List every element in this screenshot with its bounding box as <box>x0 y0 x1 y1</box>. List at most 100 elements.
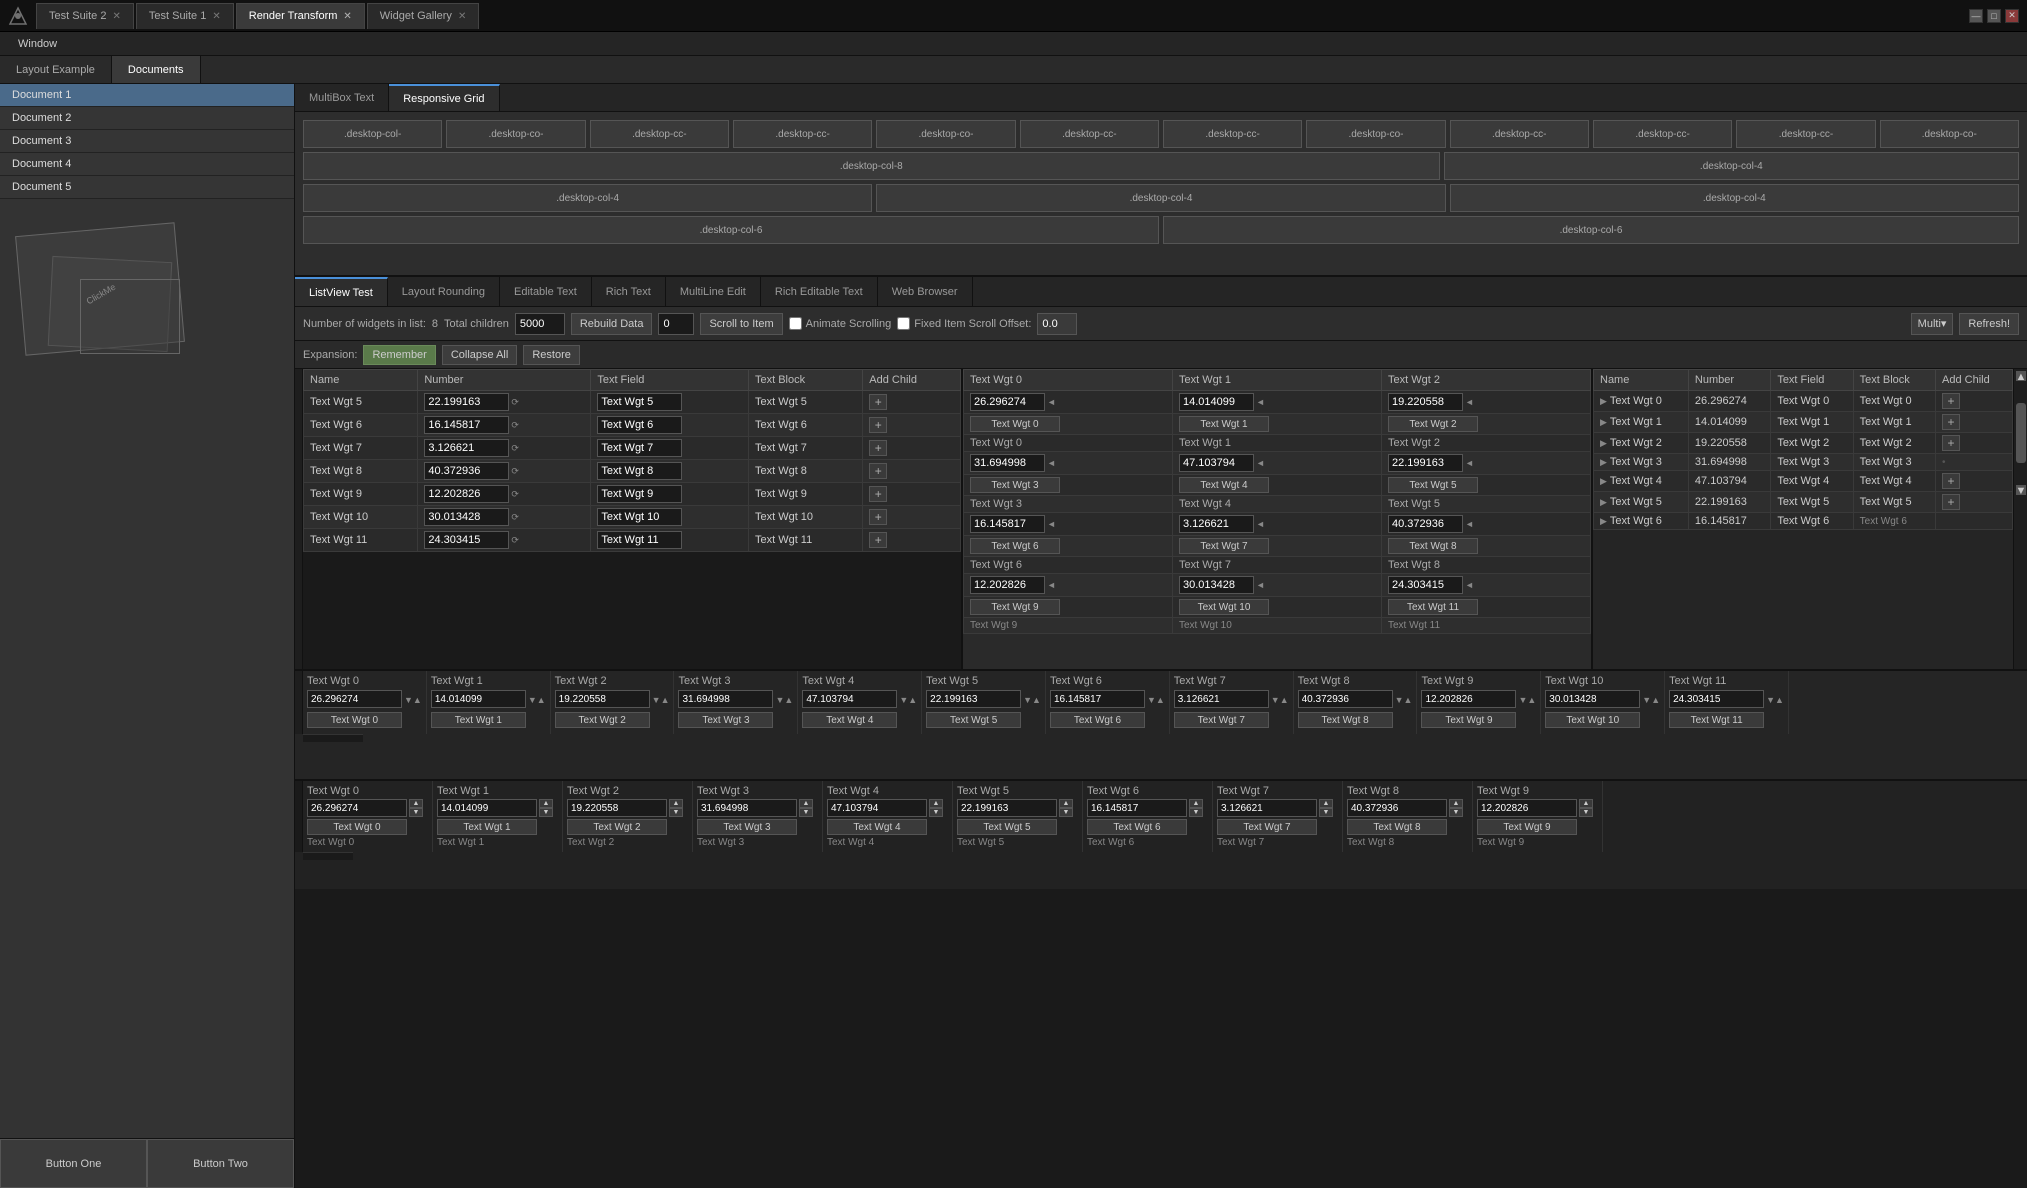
wgt-button[interactable]: Text Wgt 8 <box>1388 538 1478 554</box>
b2-down-btn[interactable]: ▼ <box>1319 808 1333 817</box>
b2-text-btn[interactable]: Text Wgt 5 <box>957 819 1057 835</box>
text-field-input[interactable] <box>597 485 682 503</box>
add-child-button[interactable]: + <box>869 509 887 525</box>
spin-icon[interactable]: ◄ <box>1465 458 1474 468</box>
b2-num-input[interactable] <box>1087 799 1187 817</box>
scroll-num-input[interactable] <box>1421 690 1516 708</box>
right-scrollbar[interactable]: ▲ ▼ <box>2013 369 2027 669</box>
b2-num-input[interactable] <box>957 799 1057 817</box>
scroll-btn[interactable]: Text Wgt 11 <box>1669 712 1764 728</box>
b2-down-btn[interactable]: ▼ <box>929 808 943 817</box>
sidebar-item-document1[interactable]: Document 1 <box>0 84 294 107</box>
num-input[interactable] <box>1179 576 1254 594</box>
restore-button[interactable]: Restore <box>523 345 580 365</box>
num-input[interactable] <box>1388 515 1463 533</box>
b2-num-input[interactable] <box>697 799 797 817</box>
tab-render-transform[interactable]: Render Transform ✕ <box>236 3 365 29</box>
b2-up-btn[interactable]: ▲ <box>669 799 683 808</box>
spin-icon[interactable]: ◄ <box>1256 458 1265 468</box>
sidebar-item-document5[interactable]: Document 5 <box>0 176 294 199</box>
menu-window[interactable]: Window <box>8 36 67 52</box>
minimize-button[interactable]: — <box>1969 9 1983 23</box>
spin-icon[interactable]: ⟳ <box>511 489 519 500</box>
add-child-button[interactable]: + <box>869 486 887 502</box>
scroll-num-input[interactable] <box>307 690 402 708</box>
spin-icon[interactable]: ▼▲ <box>1518 695 1536 705</box>
num-input[interactable] <box>1388 576 1463 594</box>
b2-up-btn[interactable]: ▲ <box>539 799 553 808</box>
add-button[interactable]: + <box>1942 435 1960 451</box>
b2-text-btn[interactable]: Text Wgt 8 <box>1347 819 1447 835</box>
wgt-button[interactable]: Text Wgt 2 <box>1388 416 1478 432</box>
b2-down-btn[interactable]: ▼ <box>539 808 553 817</box>
b2-text-btn[interactable]: Text Wgt 3 <box>697 819 797 835</box>
scroll-to-item-button[interactable]: Scroll to Item <box>700 313 782 335</box>
spin-icon[interactable]: ▼▲ <box>899 695 917 705</box>
b2-num-input[interactable] <box>307 799 407 817</box>
num-input[interactable] <box>1388 454 1463 472</box>
spin-icon[interactable]: ⟳ <box>511 466 519 477</box>
add-child-button[interactable]: + <box>869 394 887 410</box>
spin-icon[interactable]: ▼▲ <box>528 695 546 705</box>
spin-icon[interactable]: ◄ <box>1465 580 1474 590</box>
num-input[interactable] <box>970 454 1045 472</box>
tab-close-icon[interactable]: ✕ <box>458 11 466 22</box>
remember-button[interactable]: Remember <box>363 345 435 365</box>
b2-down-btn[interactable]: ▼ <box>799 808 813 817</box>
scroll-btn[interactable]: Text Wgt 1 <box>431 712 526 728</box>
b2-text-btn[interactable]: Text Wgt 1 <box>437 819 537 835</box>
spin-icon[interactable]: ▼▲ <box>775 695 793 705</box>
spin-icon[interactable]: ⟳ <box>511 535 519 546</box>
tab-close-icon[interactable]: ✕ <box>112 11 120 22</box>
sidebar-item-document3[interactable]: Document 3 <box>0 130 294 153</box>
b2-num-input[interactable] <box>1347 799 1447 817</box>
scroll-num-input[interactable] <box>926 690 1021 708</box>
wgt-button[interactable]: Text Wgt 6 <box>970 538 1060 554</box>
scroll-btn[interactable]: Text Wgt 0 <box>307 712 402 728</box>
b2-down-btn[interactable]: ▼ <box>1449 808 1463 817</box>
scroll-thumb[interactable] <box>2016 403 2026 463</box>
wgt-button[interactable]: Text Wgt 0 <box>970 416 1060 432</box>
text-field-input[interactable] <box>597 439 682 457</box>
scroll-btn[interactable]: Text Wgt 2 <box>555 712 650 728</box>
scroll-num-input[interactable] <box>802 690 897 708</box>
number-input[interactable] <box>424 393 509 411</box>
text-field-input[interactable] <box>597 462 682 480</box>
num-input[interactable] <box>970 576 1045 594</box>
spin-icon[interactable]: ◄ <box>1465 397 1474 407</box>
spin-icon[interactable]: ▼▲ <box>1023 695 1041 705</box>
scroll-btn[interactable]: Text Wgt 6 <box>1050 712 1145 728</box>
b2-num-input[interactable] <box>1217 799 1317 817</box>
spin-icon[interactable]: ◄ <box>1256 519 1265 529</box>
b2-up-btn[interactable]: ▲ <box>929 799 943 808</box>
scroll-down-btn[interactable]: ▼ <box>2016 485 2026 495</box>
wgt-button[interactable]: Text Wgt 5 <box>1388 477 1478 493</box>
animate-scrolling-checkbox[interactable] <box>789 317 802 330</box>
spin-icon[interactable]: ◄ <box>1256 397 1265 407</box>
rebuild-data-button[interactable]: Rebuild Data <box>571 313 653 335</box>
b2-text-btn[interactable]: Text Wgt 4 <box>827 819 927 835</box>
b2-num-input[interactable] <box>567 799 667 817</box>
b2-up-btn[interactable]: ▲ <box>1319 799 1333 808</box>
num-input[interactable] <box>970 515 1045 533</box>
num-input[interactable] <box>970 393 1045 411</box>
wgt-button[interactable]: Text Wgt 1 <box>1179 416 1269 432</box>
b2-down-btn[interactable]: ▼ <box>409 808 423 817</box>
total-children-input[interactable] <box>515 313 565 335</box>
sec-tab-layout-example[interactable]: Layout Example <box>0 56 112 83</box>
scroll-btn[interactable]: Text Wgt 10 <box>1545 712 1640 728</box>
number-input[interactable] <box>424 508 509 526</box>
button-two[interactable]: Button Two <box>147 1139 294 1188</box>
add-child-button[interactable]: + <box>869 417 887 433</box>
b2-up-btn[interactable]: ▲ <box>1059 799 1073 808</box>
number-input[interactable] <box>424 531 509 549</box>
spin-icon[interactable]: ◄ <box>1047 458 1056 468</box>
wgt-button[interactable]: Text Wgt 3 <box>970 477 1060 493</box>
number-input[interactable] <box>424 439 509 457</box>
sub-tab-web-browser[interactable]: Web Browser <box>878 277 973 306</box>
sec-tab-documents[interactable]: Documents <box>112 56 201 83</box>
b2-down-btn[interactable]: ▼ <box>1189 808 1203 817</box>
scroll-btn[interactable]: Text Wgt 9 <box>1421 712 1516 728</box>
b2-up-btn[interactable]: ▲ <box>409 799 423 808</box>
add-button[interactable]: + <box>1942 473 1960 489</box>
